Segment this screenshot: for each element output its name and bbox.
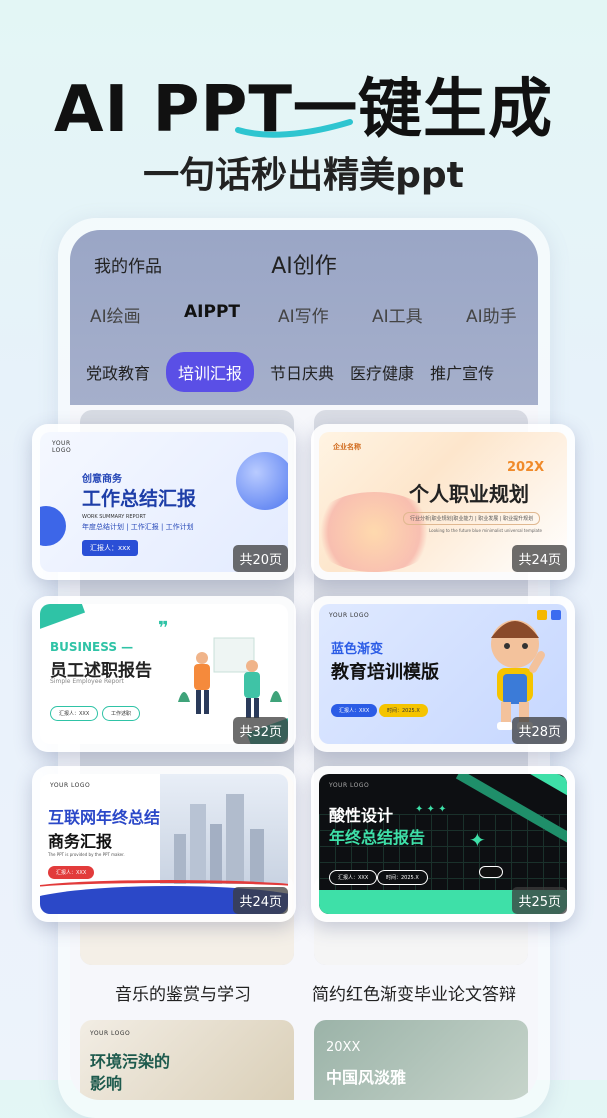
template-card[interactable]: YOUR LOGO 互联网年终总结 商务汇报 The PPT is provid…	[32, 766, 296, 922]
slide-reporter: 汇报人：XXX	[329, 870, 378, 885]
slide-reporter: 汇报人：XXX	[331, 704, 378, 717]
tab-bar: AI绘画 AIPPT AI写作 AI工具 AI助手	[90, 302, 538, 327]
page-count-badge: 共25页	[512, 887, 567, 914]
slide-title-1: 酸性设计	[329, 806, 394, 825]
page-title: AI创作	[271, 254, 337, 279]
template-card[interactable]: YOUR LOGO 蓝色渐变 教育培训模版 汇报人：XXX 时间：2025.X …	[311, 596, 575, 752]
slide-reporter: 汇报人：XXX	[48, 866, 95, 879]
slide-desc: 行业分析|职业规划|职业能力 | 职业发展 | 职业提升规划	[403, 512, 541, 525]
category-festival[interactable]: 节日庆典	[270, 352, 334, 392]
sparkle-icon: ✦ ✦ ✦	[415, 804, 447, 815]
slide-title-2: 教育培训模版	[331, 662, 439, 683]
slide-sub: Simple Employee Report	[50, 678, 124, 685]
template-card[interactable]: ❞ BUSINESS — 员工述职报告 Simple Employee Repo…	[32, 596, 296, 752]
page-count-badge: 共20页	[233, 545, 288, 572]
category-party-education[interactable]: 党政教育	[86, 352, 150, 392]
slide-logo: YOUR LOGO	[329, 782, 370, 789]
slide-items: 年度总结计划 | 工作汇报 | 工作计划	[82, 523, 194, 531]
slide-logo: YOUR LOGO	[329, 612, 370, 619]
slide-logo: YOUR LOGO	[52, 440, 72, 454]
page-count-badge: 共32页	[233, 717, 288, 744]
people-illustration	[178, 637, 282, 718]
category-training-report[interactable]: 培训汇报	[166, 352, 255, 392]
slide-accent-shape	[40, 604, 86, 634]
sparkle-icon: ✦	[469, 828, 486, 852]
slide-logo: YOUR LOGO	[50, 782, 91, 789]
tab-ai-writing[interactable]: AI写作	[278, 302, 372, 327]
category-promotion[interactable]: 推广宣传	[430, 352, 494, 392]
slide-pill	[479, 866, 503, 878]
slide-title-1: 蓝色渐变	[331, 642, 384, 657]
slide-title: 工作总结汇报	[82, 488, 197, 510]
headline-underline-decoration	[235, 119, 353, 138]
slide-title-2: 商务汇报	[48, 832, 113, 851]
slide-desc: The PPT is provided by the PPT maker.	[48, 852, 125, 857]
slide-en: Looking to the future blue minimalist un…	[429, 528, 542, 533]
slide-title-en: BUSINESS —	[50, 640, 134, 654]
slide-dept: 工作述职	[102, 706, 141, 721]
slide-blob	[236, 452, 288, 510]
slide-logo: YOUR LOGO	[90, 1030, 131, 1037]
slide-title-2: 年终总结报告	[329, 828, 426, 847]
page-count-badge: 共28页	[512, 717, 567, 744]
quote-icon: ❞	[158, 618, 169, 639]
template-label[interactable]: 音乐的鉴赏与学习	[115, 980, 251, 1005]
slide-title: 个人职业规划	[409, 482, 529, 506]
tab-aippt[interactable]: AIPPT	[184, 302, 278, 327]
peek-title: 环境污染的	[90, 1052, 171, 1071]
slide-company: 企业名称	[333, 443, 361, 451]
peek-title: 中国风淡雅	[326, 1068, 407, 1087]
slide-title-1: 互联网年终总结	[48, 808, 161, 827]
template-card[interactable]: YOUR LOGO 创意商务 工作总结汇报 WORK SUMMARY REPOR…	[32, 424, 296, 580]
skyline-image	[160, 774, 288, 884]
slide-date: 时间：2025.X	[377, 870, 428, 885]
tab-ai-painting[interactable]: AI绘画	[90, 302, 184, 327]
tab-ai-assistant[interactable]: AI助手	[466, 302, 538, 327]
peek-year: 20XX	[326, 1040, 361, 1055]
slide-reporter: 汇报人：xxx	[82, 540, 139, 556]
app-header-area: 我的作品 AI创作 AI绘画 AIPPT AI写作 AI工具 AI助手 党政教育…	[70, 230, 538, 405]
slide-blob	[40, 506, 66, 546]
category-bar: 党政教育 培训汇报 节日庆典 医疗健康 推广宣传	[86, 352, 494, 392]
slide-year: 202X	[507, 460, 545, 475]
slide-small-title: 创意商务	[82, 474, 122, 485]
category-medical[interactable]: 医疗健康	[350, 352, 414, 392]
slide-date: 时间：2025.X	[379, 704, 428, 717]
slide-reporter: 汇报人：XXX	[50, 706, 99, 721]
template-card-peek[interactable]: YOUR LOGO 环境污染的 影响	[80, 1020, 294, 1100]
peek-title-2: 影响	[90, 1074, 123, 1093]
template-card-peek[interactable]: 20XX 中国风淡雅	[314, 1020, 528, 1100]
page-count-badge: 共24页	[233, 887, 288, 914]
tab-ai-tools[interactable]: AI工具	[372, 302, 466, 327]
subline: 一句话秒出精美ppt	[143, 155, 464, 196]
template-label[interactable]: 简约红色渐变毕业论文答辩	[312, 980, 516, 1005]
page-count-badge: 共24页	[512, 545, 567, 572]
template-card[interactable]: YOUR LOGO 酸性设计 ✦ ✦ ✦ 年终总结报告 ✦ 汇报人：XXX 时间…	[311, 766, 575, 922]
slide-en: WORK SUMMARY REPORT	[82, 514, 146, 520]
template-card[interactable]: 企业名称 202X 个人职业规划 行业分析|职业规划|职业能力 | 职业发展 |…	[311, 424, 575, 580]
